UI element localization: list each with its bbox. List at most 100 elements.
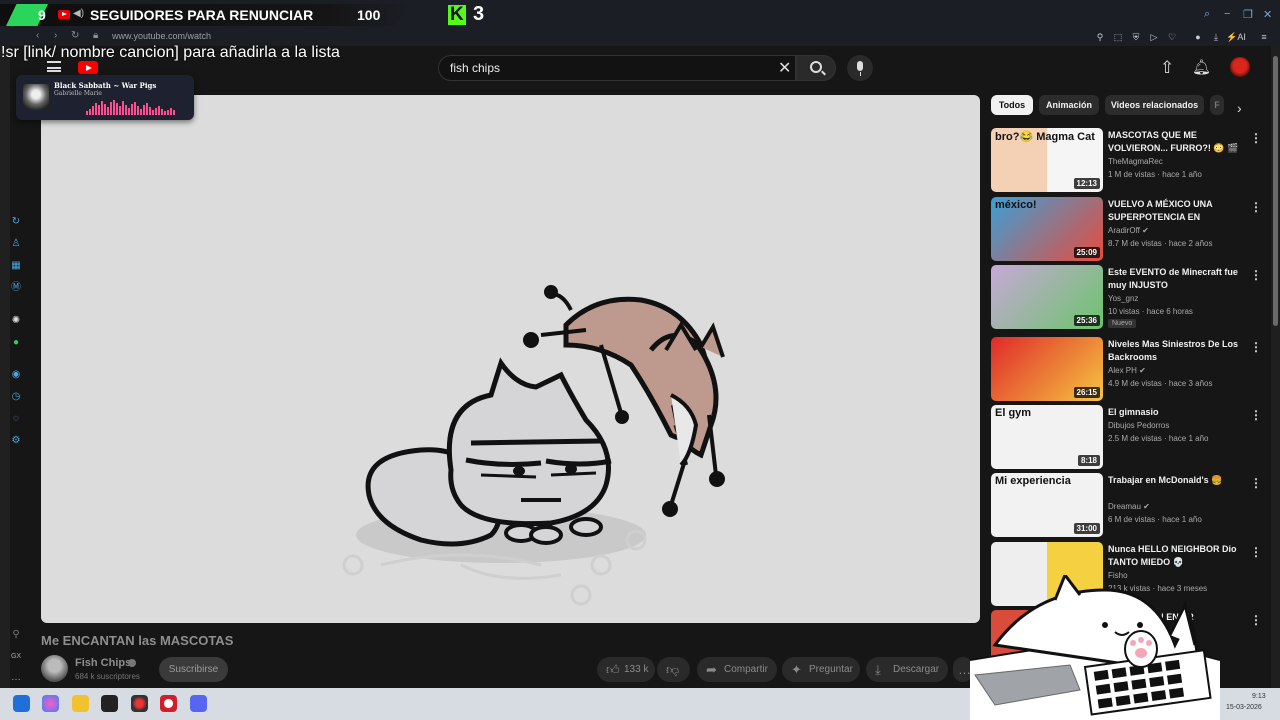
close-window-icon[interactable]: ✕ <box>1263 8 1272 21</box>
recommendation-thumbnail[interactable]: bro?😂 Magma Cat 12:13 <box>991 128 1103 192</box>
sidebar-pin-icon[interactable]: ⚲ <box>10 629 22 641</box>
heart-icon[interactable]: ♡ <box>1166 31 1178 43</box>
sidebar-clock-icon[interactable]: ◷ <box>10 391 22 403</box>
channel-name[interactable]: Fish Chips <box>75 657 131 669</box>
search-icon[interactable]: ⌕ <box>1204 8 1210 21</box>
back-icon[interactable]: ‹ <box>36 30 39 41</box>
recommendation-item[interactable]: Mi experiencia 31:00 Trabajar en McDonald'… <box>991 473 1271 537</box>
search-icon[interactable] <box>810 61 822 73</box>
channel-avatar[interactable] <box>41 655 68 682</box>
video-player[interactable] <box>41 95 980 623</box>
dislike-button[interactable]: 👎︎ <box>657 657 690 682</box>
profile-icon[interactable]: ● <box>1192 31 1204 43</box>
recommendation-channel[interactable]: Alex PH ✔ <box>1108 366 1146 375</box>
more-options-icon[interactable]: ⋮ <box>1250 545 1262 559</box>
clock-time[interactable]: 9:13 <box>1252 693 1266 700</box>
recommendation-meta: 2.5 M de vistas · hace 1 año <box>1108 434 1209 443</box>
sidebar-more-icon[interactable]: … <box>10 672 22 684</box>
obs-icon[interactable] <box>131 695 148 712</box>
more-options-icon[interactable]: ⋮ <box>1250 131 1262 145</box>
share-button[interactable]: ➦ Compartir <box>697 657 777 682</box>
recommendation-thumbnail[interactable]: 25:36 <box>991 265 1103 329</box>
notifications-bell-icon[interactable]: 🔔︎ <box>1192 58 1211 76</box>
voice-search-button[interactable] <box>847 55 873 81</box>
recommendation-channel[interactable]: TheMagmaRec <box>1108 157 1163 166</box>
url-field[interactable]: www.youtube.com/watch <box>112 31 211 41</box>
sidebar-refresh-icon[interactable]: ↻ <box>10 216 22 228</box>
sidebar-whatsapp-icon[interactable]: ● <box>10 337 22 349</box>
download-button[interactable]: ⤓ Descargar <box>866 657 948 682</box>
forward-icon[interactable]: › <box>54 30 57 41</box>
sidebar-settings-icon[interactable]: ⚙ <box>10 435 22 447</box>
sidebar-chatgpt-icon[interactable]: ✺ <box>10 315 22 327</box>
sidebar-spotify-icon[interactable]: ◉ <box>10 369 22 381</box>
more-options-icon[interactable]: ⋮ <box>1250 613 1262 627</box>
recommendation-title[interactable]: Niveles Mas Siniestros De Los Backrooms <box>1108 338 1243 364</box>
chip-related[interactable]: Videos relacionados <box>1105 95 1204 115</box>
ask-button[interactable]: ✦ Preguntar <box>782 657 860 682</box>
terminal-icon[interactable] <box>101 695 118 712</box>
shield-icon[interactable]: ⛨ <box>1130 31 1142 43</box>
recommendation-title[interactable]: El gimnasio <box>1108 406 1243 419</box>
recommendation-channel[interactable]: AradirOff ✔ <box>1108 226 1149 235</box>
recommendation-thumbnail[interactable]: méxico! 25:09 <box>991 197 1103 261</box>
more-options-icon[interactable]: ⋮ <box>1250 340 1262 354</box>
recommendation-item[interactable]: El gym 8:18 El gimnasio Dibujos Pedorros 2.5… <box>991 405 1271 469</box>
sidebar-bag-icon[interactable]: ♙ <box>10 238 22 250</box>
opera-gx-icon[interactable] <box>160 695 177 712</box>
chevron-right-icon[interactable]: › <box>1237 100 1242 116</box>
equalizer-bar <box>101 101 103 115</box>
windows-start-icon[interactable] <box>13 695 30 712</box>
sidebar-chat-icon[interactable]: ◌ <box>10 413 22 425</box>
chip-more[interactable]: F <box>1210 95 1224 115</box>
recommendation-channel[interactable]: Yos_gnz <box>1108 294 1138 303</box>
clock-date[interactable]: 15-03-2026 <box>1226 704 1262 711</box>
account-avatar[interactable] <box>1230 57 1250 77</box>
sidebar-grid-icon[interactable]: ▦ <box>10 260 22 272</box>
menu-icon[interactable]: ≡ <box>1258 31 1270 43</box>
more-options-icon[interactable]: ⋮ <box>1250 408 1262 422</box>
clear-search-icon[interactable]: ✕ <box>778 58 791 78</box>
search-input-value[interactable]: fish chips <box>450 61 500 75</box>
equalizer-bar <box>128 108 130 115</box>
maximize-icon[interactable]: ❐ <box>1243 8 1253 21</box>
recommendation-thumbnail[interactable]: El gym 8:18 <box>991 405 1103 469</box>
ai-icon[interactable]: ⚡AI <box>1226 31 1246 43</box>
upload-icon[interactable]: ⇧ <box>1160 58 1174 78</box>
discord-icon[interactable] <box>190 695 207 712</box>
subscribe-button[interactable]: Suscribirse <box>159 657 228 682</box>
recommendation-channel[interactable]: Dibujos Pedorros <box>1108 421 1169 430</box>
page-scrollbar-thumb[interactable] <box>1273 56 1278 326</box>
recommendation-title[interactable]: VUELVO A MÉXICO UNA SUPERPOTENCIA EN VIC… <box>1108 198 1243 225</box>
pin-icon[interactable]: ⚲ <box>1094 31 1106 43</box>
chip-all[interactable]: Todos <box>991 95 1033 115</box>
minimize-icon[interactable]: − <box>1224 8 1230 20</box>
recommendation-channel[interactable]: Dreamau ✔ <box>1108 502 1150 511</box>
recommendation-item[interactable]: bro?😂 Magma Cat 12:13 MASCOTAS QUE ME VOLV… <box>991 128 1271 192</box>
file-explorer-icon[interactable] <box>72 695 89 712</box>
recommendation-item[interactable]: 25:36 Este EVENTO de Minecraft fue muy IN… <box>991 265 1271 329</box>
more-options-icon[interactable]: ⋮ <box>1250 200 1262 214</box>
recommendation-title[interactable]: Trabajar en McDonald's 🍔 <box>1108 474 1243 487</box>
recommendation-item[interactable]: 26:15 Niveles Mas Siniestros De Los Backr… <box>991 337 1271 401</box>
sidebar-gx-icon[interactable]: GX <box>10 651 22 663</box>
like-button[interactable]: 👍︎ 133 k <box>597 657 655 682</box>
snapshot-icon[interactable]: ⬚ <box>1112 31 1124 43</box>
copilot-icon[interactable] <box>42 695 59 712</box>
more-options-icon[interactable]: ⋮ <box>1250 268 1262 282</box>
youtube-logo[interactable] <box>78 61 98 74</box>
sidebar-m-icon[interactable]: Ⓜ <box>10 282 22 294</box>
recommendation-item[interactable]: méxico! 25:09 VUELVO A MÉXICO UNA SUPERPOT… <box>991 197 1271 261</box>
play-icon[interactable]: ▷ <box>1148 31 1160 43</box>
download-icon[interactable]: ⤓ <box>1210 31 1222 43</box>
recommendation-title[interactable]: MASCOTAS QUE ME VOLVIERON... FURRO?! 😳 🎬 <box>1108 129 1243 155</box>
chip-animation[interactable]: Animación <box>1039 95 1099 115</box>
recommendation-thumbnail[interactable]: 26:15 <box>991 337 1103 401</box>
recommendation-thumbnail[interactable]: Mi experiencia 31:00 <box>991 473 1103 537</box>
more-options-icon[interactable]: ⋮ <box>1250 476 1262 490</box>
equalizer-bar <box>161 109 163 115</box>
hamburger-menu-icon[interactable] <box>47 61 61 72</box>
recommendation-title[interactable]: Nunca HELLO NEIGHBOR Dio TANTO MIEDO 💀 <box>1108 543 1243 569</box>
recommendation-title[interactable]: Este EVENTO de Minecraft fue muy INJUSTO <box>1108 266 1243 292</box>
reload-icon[interactable]: ↻ <box>71 30 79 41</box>
